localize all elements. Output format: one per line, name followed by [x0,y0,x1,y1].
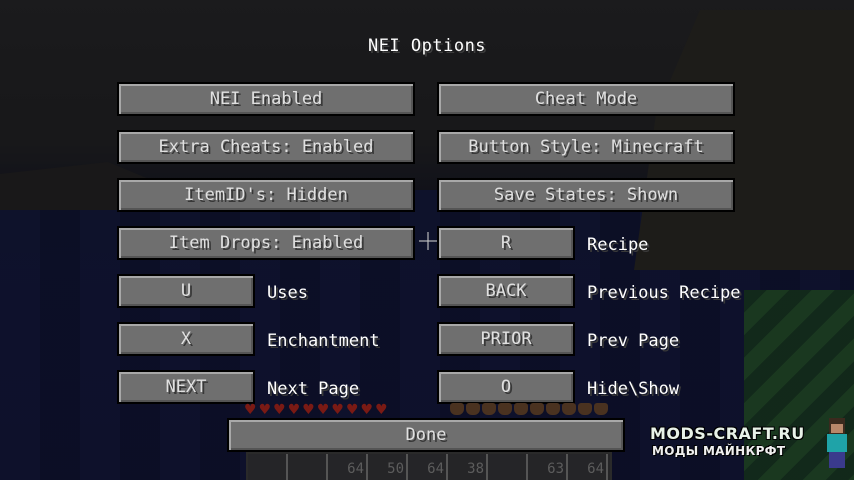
heart-icon: ♥ [316,402,330,418]
keybind-previous-recipe-button[interactable]: BACK [437,274,575,308]
armor-icon [578,403,592,415]
save-states-button[interactable]: Save States: Shown [437,178,735,212]
steve-character-icon [824,418,850,470]
armor-icon [498,403,512,415]
keybind-enchantment-button[interactable]: X [117,322,255,356]
hotbar-slot [288,454,328,480]
page-title: NEI Options [367,36,487,56]
keybind-previous-recipe-key: BACK [485,281,527,301]
armor-icon [514,403,528,415]
hotbar-slot: 63 [528,454,568,480]
button-style-button[interactable]: Button Style: Minecraft [437,130,735,164]
button-style-label: Button Style: Minecraft [468,137,704,157]
armor-icon [482,403,496,415]
keybind-uses-key: U [180,281,192,301]
armor-icon [530,403,544,415]
heart-icon: ♥ [360,402,374,418]
heart-icon: ♥ [273,402,286,418]
nei-enabled-button[interactable]: NEI Enabled [117,82,415,116]
keybind-next-page-label: Next Page [267,379,360,399]
keybind-next-page-button[interactable]: NEXT [117,370,255,404]
armor-bar [450,403,608,415]
item-ids-button[interactable]: ItemID's: Hidden [117,178,415,212]
keybind-prev-page-key: PRIOR [480,329,532,349]
armor-icon [594,403,608,415]
keybind-enchantment-key: X [180,329,192,349]
extra-cheats-label: Extra Cheats: Enabled [158,137,374,157]
extra-cheats-button[interactable]: Extra Cheats: Enabled [117,130,415,164]
game-scene: NEI Options NEI Enabled Cheat Mode Extra… [0,0,854,480]
watermark-site: MODS-CRAFT.RU [650,424,805,443]
hotbar-slot: 64 [568,454,608,480]
heart-icon: ♥ [302,402,315,418]
keybind-previous-recipe-label: Previous Recipe [587,283,741,303]
keybind-hide-show-button[interactable]: O [437,370,575,404]
keybind-prev-page-button[interactable]: PRIOR [437,322,575,356]
heart-icon: ♥ [345,402,359,418]
armor-icon [466,403,480,415]
hotbar-slot: 64 [408,454,448,480]
keybind-recipe-label: Recipe [587,235,649,255]
watermark-tagline: МОДЫ МАЙНКРФТ [652,444,786,458]
keybind-recipe-button[interactable]: R [437,226,575,260]
item-drops-label: Item Drops: Enabled [168,233,364,253]
keybind-uses-label: Uses [267,283,308,303]
hotbar-slot: 50 [368,454,408,480]
cheat-mode-button[interactable]: Cheat Mode [437,82,735,116]
item-ids-label: ItemID's: Hidden [184,185,348,205]
heart-icon: ♥ [287,402,301,418]
keybind-next-page-key: NEXT [165,377,207,397]
save-states-label: Save States: Shown [493,185,679,205]
crosshair-icon [419,232,437,250]
done-button[interactable]: Done [227,418,625,452]
done-label: Done [405,425,447,445]
hotbar-slot [248,454,288,480]
keybind-prev-page-label: Prev Page [587,331,680,351]
heart-icon: ♥ [244,402,257,418]
item-drops-button[interactable]: Item Drops: Enabled [117,226,415,260]
keybind-uses-button[interactable]: U [117,274,255,308]
armor-icon [450,403,464,415]
hotbar-slot [488,454,528,480]
nei-enabled-label: NEI Enabled [209,89,323,109]
cheat-mode-label: Cheat Mode [534,89,638,109]
keybind-enchantment-label: Enchantment [267,331,380,351]
keybind-hide-show-key: O [500,377,512,397]
hotbar-slot: 64 [328,454,368,480]
armor-icon [546,403,560,415]
heart-icon: ♥ [258,402,272,418]
keybind-hide-show-label: Hide\Show [587,379,680,399]
health-bar: ♥ ♥ ♥ ♥ ♥ ♥ ♥ ♥ ♥ ♥ [244,403,388,417]
heart-icon: ♥ [375,402,388,418]
hotbar: 64 50 64 38 63 64 [246,452,612,480]
hotbar-slot: 38 [448,454,488,480]
armor-icon [562,403,576,415]
keybind-recipe-key: R [500,233,512,253]
heart-icon: ♥ [331,402,344,418]
watermark-logo: MODS-CRAFT.RU МОДЫ МАЙНКРФТ [650,418,854,468]
